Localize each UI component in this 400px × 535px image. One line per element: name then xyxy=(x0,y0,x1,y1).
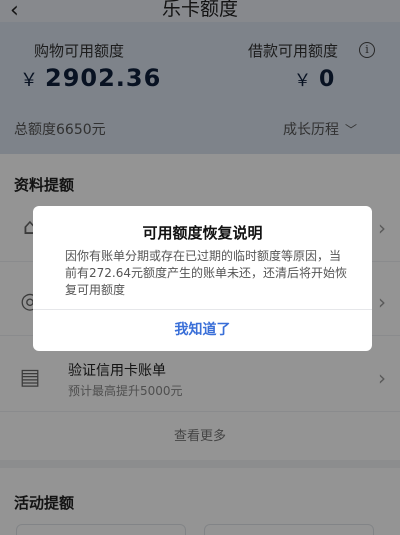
credit-restore-dialog: 可用额度恢复说明 因你有账单分期或存在已过期的临时额度等原因，当前有272.64… xyxy=(33,206,372,351)
confirm-button[interactable]: 我知道了 xyxy=(33,310,372,351)
dialog-title: 可用额度恢复说明 xyxy=(142,224,263,242)
dialog-body: 因你有账单分期或存在已过期的临时额度等原因，当前有272.64元额度产生的账单未… xyxy=(65,249,347,297)
credit-page: ‹ 乐卡额度 购物可用额度 借款可用额度 i ￥ 2902.36 ￥ 0 总额度66… xyxy=(0,0,400,535)
